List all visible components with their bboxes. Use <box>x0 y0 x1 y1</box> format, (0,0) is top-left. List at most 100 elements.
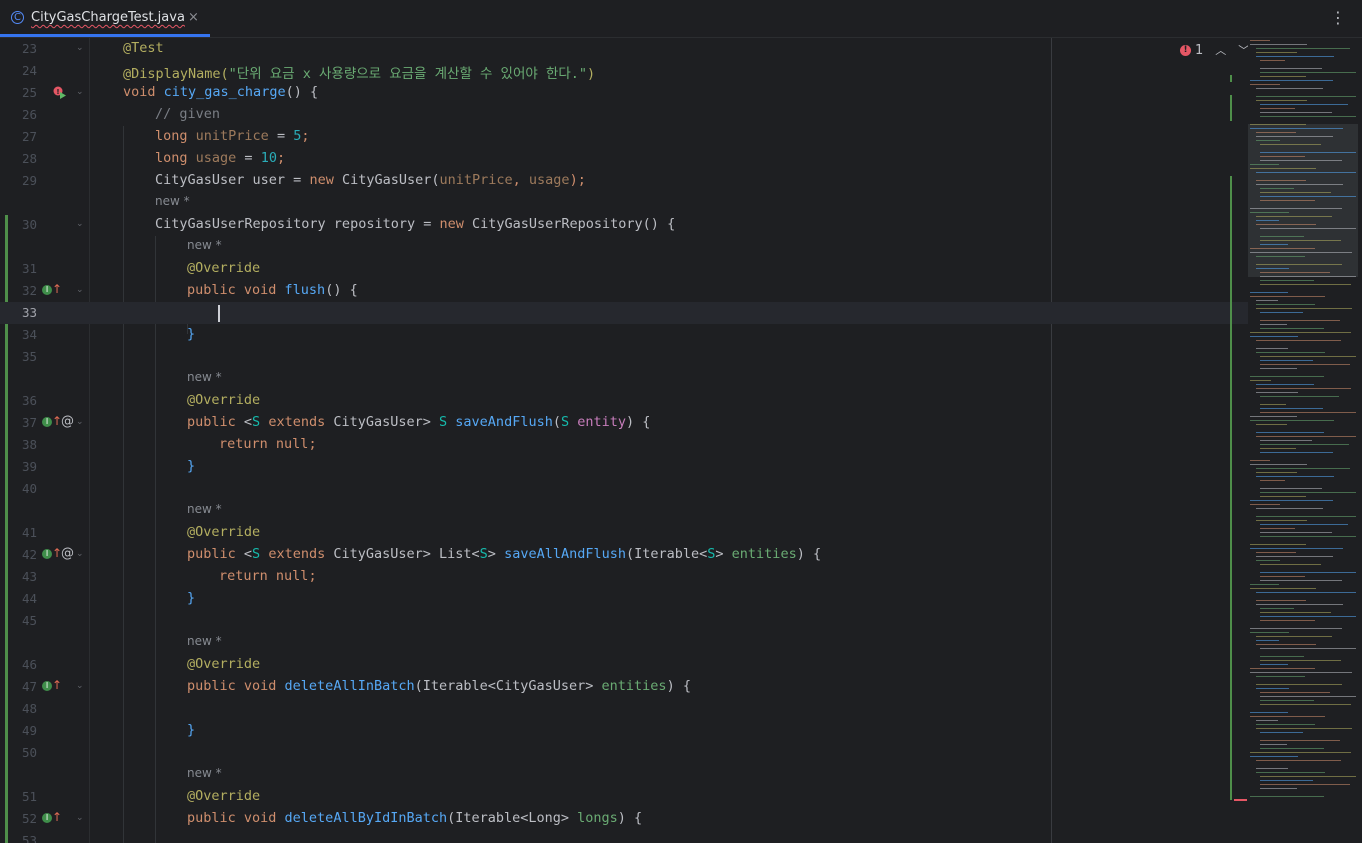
fold-chevron-icon[interactable]: ⌄ <box>76 220 85 229</box>
minimap-line <box>1260 116 1356 117</box>
vcs-change-marker <box>1230 95 1232 121</box>
minimap-line <box>1250 672 1352 673</box>
implements-icon[interactable]: I <box>42 549 52 559</box>
error-marker <box>1234 799 1247 801</box>
minimap-line <box>1256 644 1316 645</box>
minimap-line <box>1260 72 1356 73</box>
minimap-line <box>1260 788 1297 789</box>
inlay-hint-author[interactable]: new * <box>155 194 190 208</box>
minimap-line <box>1260 200 1315 201</box>
at-icon[interactable]: @ <box>61 546 74 561</box>
minimap-line <box>1250 212 1289 213</box>
minimap-line <box>1260 748 1324 749</box>
fold-chevron-icon[interactable]: ⌄ <box>76 88 85 97</box>
minimap-line <box>1260 276 1356 277</box>
minimap-line <box>1256 592 1356 593</box>
implements-icon[interactable]: I <box>42 813 52 823</box>
code-line: 45 <box>0 610 1248 632</box>
minimap-line <box>1250 84 1280 85</box>
previous-highlight-icon[interactable]: ︿ <box>1215 42 1226 58</box>
minimap-line <box>1256 340 1341 341</box>
minimap-line <box>1250 628 1342 629</box>
code-text: @Test <box>123 40 164 56</box>
line-number: 30 <box>21 217 37 232</box>
code-line: 40 <box>0 478 1248 500</box>
minimap-line <box>1250 584 1279 585</box>
minimap-line <box>1256 720 1278 721</box>
at-icon[interactable]: @ <box>61 414 74 429</box>
line-number: 27 <box>21 129 37 144</box>
override-up-arrow-icon[interactable]: ↑ <box>52 678 62 692</box>
line-number: 43 <box>21 569 37 584</box>
minimap-line <box>1256 268 1289 269</box>
code-line: 31 @Override <box>0 258 1248 280</box>
inlay-hint-author[interactable]: new * <box>187 502 222 516</box>
more-options-icon[interactable]: ⋮ <box>1330 8 1346 27</box>
inlay-hint-author[interactable]: new * <box>187 238 222 252</box>
minimap-line <box>1250 464 1307 465</box>
minimap-line <box>1260 228 1356 229</box>
minimap-line <box>1250 420 1334 421</box>
code-line: 25 ! ⌄ void city_gas_charge() { <box>0 82 1248 104</box>
implements-icon[interactable]: I <box>42 417 52 427</box>
override-up-arrow-icon[interactable]: ↑ <box>52 282 62 296</box>
java-class-icon: C <box>11 11 24 24</box>
minimap-line <box>1260 152 1356 153</box>
fold-chevron-icon[interactable]: ⌄ <box>76 550 85 559</box>
fold-chevron-icon[interactable]: ⌄ <box>76 814 85 823</box>
fold-chevron-icon[interactable]: ⌄ <box>76 286 85 295</box>
code-text: // given <box>155 106 221 122</box>
minimap-line <box>1260 412 1356 413</box>
inspection-widget[interactable]: ! 1 ︿ ﹀ <box>1180 42 1249 58</box>
line-number: 44 <box>21 591 37 606</box>
minimap-line <box>1250 500 1333 501</box>
minimap-line <box>1256 88 1323 89</box>
override-up-arrow-icon[interactable]: ↑ <box>52 810 62 824</box>
minimap-line <box>1260 240 1341 241</box>
line-number: 31 <box>21 261 37 276</box>
minimap-line <box>1256 264 1342 265</box>
line-number: 36 <box>21 393 37 408</box>
minimap-line <box>1256 216 1332 217</box>
minimap-line <box>1250 336 1298 337</box>
line-number: 37 <box>21 415 37 430</box>
inlay-hint-author[interactable]: new * <box>187 370 222 384</box>
code-editor[interactable]: 23 ⌄ @Test 24 @DisplayName("단위 요금 x 사용량으… <box>0 38 1248 843</box>
minimap-line <box>1260 700 1314 701</box>
code-line: 38 return null; <box>0 434 1248 456</box>
run-test-icon[interactable]: ! <box>53 86 66 99</box>
minimap-line <box>1260 76 1306 77</box>
minimap-line <box>1256 640 1279 641</box>
implements-icon[interactable]: I <box>42 285 52 295</box>
minimap-line <box>1256 172 1356 173</box>
minimap-line <box>1256 516 1356 517</box>
code-minimap[interactable] <box>1248 38 1362 843</box>
code-text: } <box>187 326 196 342</box>
inlay-hint-author[interactable]: new * <box>187 634 222 648</box>
fold-chevron-icon[interactable]: ⌄ <box>76 44 85 53</box>
code-text: public <S extends CityGasUser> List<S> s… <box>187 546 822 562</box>
minimap-line <box>1260 576 1305 577</box>
inlay-hint-author[interactable]: new * <box>187 766 222 780</box>
fold-chevron-icon[interactable]: ⌄ <box>76 418 85 427</box>
minimap-line <box>1256 552 1296 553</box>
minimap-line <box>1260 488 1322 489</box>
vcs-change-marker <box>1230 176 1232 800</box>
minimap-line <box>1256 100 1307 101</box>
fold-chevron-icon[interactable]: ⌄ <box>76 682 85 691</box>
line-number: 53 <box>21 833 37 843</box>
minimap-line <box>1260 616 1356 617</box>
close-icon[interactable]: × <box>188 10 199 25</box>
line-number: 47 <box>21 679 37 694</box>
minimap-line <box>1260 112 1332 113</box>
implements-icon[interactable]: I <box>42 681 52 691</box>
code-text: long usage = 10; <box>155 150 286 166</box>
minimap-line <box>1250 752 1351 753</box>
minimap-line <box>1260 156 1305 157</box>
code-line: 42 I ↑ @ ⌄ public <S extends CityGasUser… <box>0 544 1248 566</box>
tab-citygaschargetest[interactable]: C CityGasChargeTest.java × <box>0 0 210 37</box>
current-code-line[interactable]: 33 <box>0 302 1248 324</box>
code-text: @DisplayName("단위 요금 x 사용량으로 요금을 계산할 수 있어… <box>123 66 596 82</box>
code-line: 39 } <box>0 456 1248 478</box>
minimap-line <box>1260 312 1303 313</box>
